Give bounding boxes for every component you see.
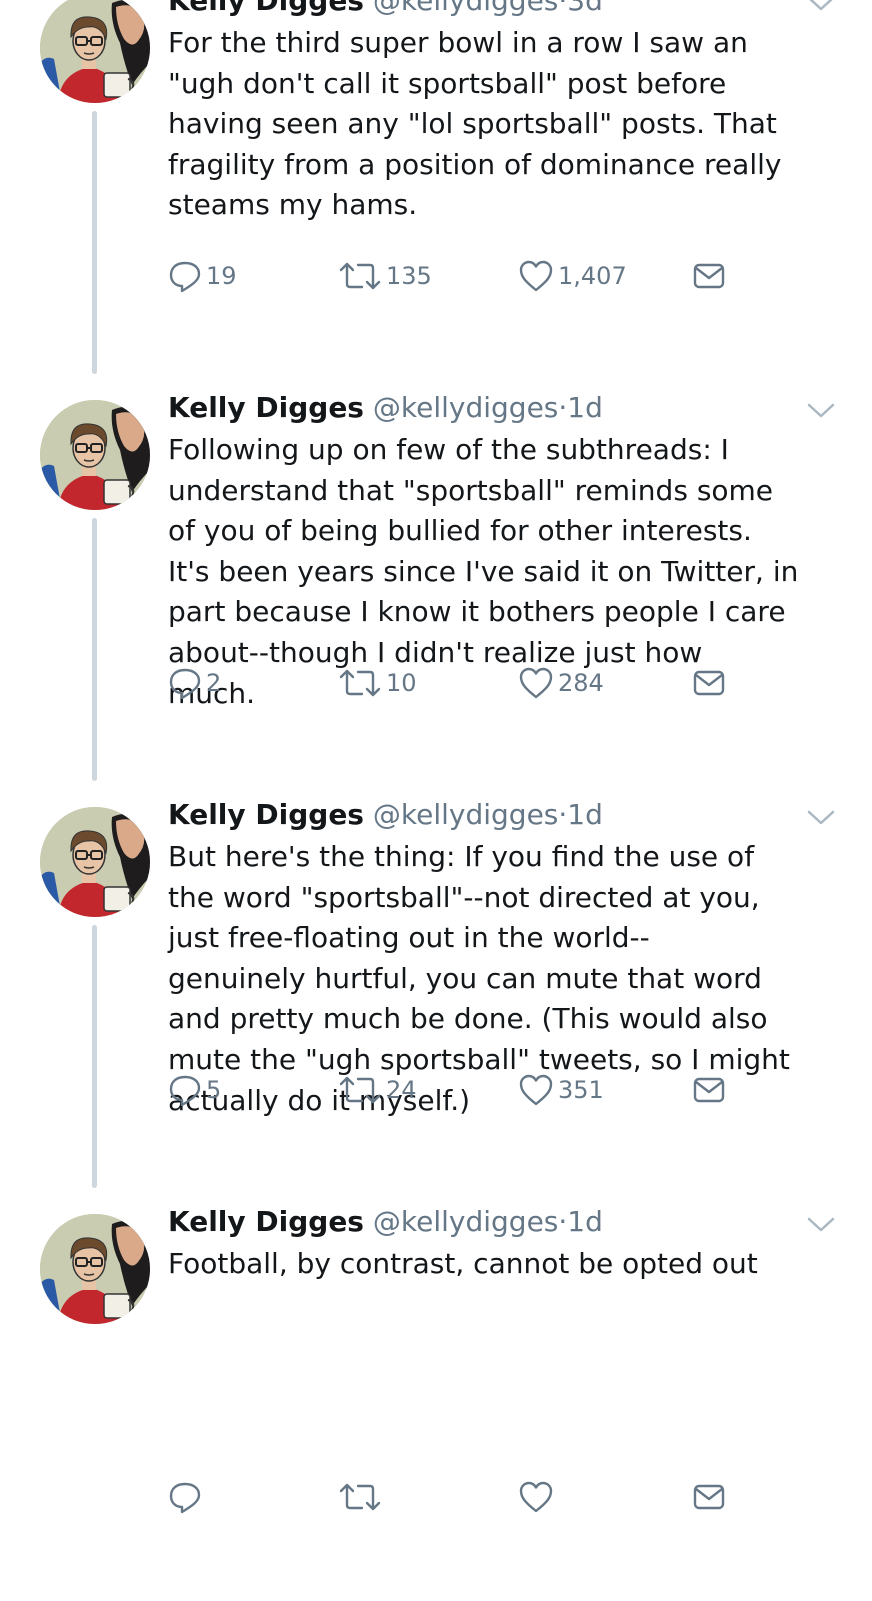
envelope-icon	[692, 1480, 730, 1514]
reply-icon	[168, 666, 206, 700]
retweet-count: 24	[386, 1076, 417, 1104]
heart-icon	[518, 1480, 558, 1514]
reply-button[interactable]	[168, 1479, 206, 1515]
tweet-header: Kelly Digges @kellydigges·1d	[168, 797, 603, 833]
display-name[interactable]: Kelly Digges	[168, 798, 364, 831]
user-handle[interactable]: @kellydigges	[373, 1205, 559, 1238]
retweet-icon	[338, 259, 386, 293]
direct-message-button[interactable]	[692, 1479, 730, 1515]
tweet-actions: 5 24 351	[168, 1072, 768, 1108]
tweet-header: Kelly Digges @kellydigges·1d	[168, 390, 603, 426]
reply-button[interactable]: 2	[168, 665, 221, 701]
reply-count: 19	[206, 262, 237, 290]
tweet[interactable]: Kelly Digges @kellydigges·3d For the thi…	[0, 0, 872, 380]
envelope-icon	[692, 1073, 730, 1107]
display-name[interactable]: Kelly Digges	[168, 0, 364, 17]
timestamp[interactable]: 1d	[567, 798, 603, 831]
retweet-icon	[338, 1480, 386, 1514]
time-separator: ·	[558, 798, 568, 831]
time-separator: ·	[558, 391, 568, 424]
heart-icon	[518, 1073, 558, 1107]
avatar[interactable]	[40, 1214, 150, 1324]
user-handle[interactable]: @kellydigges	[373, 798, 559, 831]
thread-line	[92, 111, 97, 374]
thread-line	[92, 518, 97, 781]
reply-icon	[168, 1480, 206, 1514]
reply-icon	[168, 1073, 206, 1107]
user-handle[interactable]: @kellydigges	[373, 391, 559, 424]
tweet-text: For the third super bowl in a row I saw …	[168, 26, 782, 222]
chevron-down-icon[interactable]	[806, 1216, 836, 1234]
tweet-header: Kelly Digges @kellydigges·1d	[168, 1204, 603, 1240]
reply-button[interactable]: 5	[168, 1072, 221, 1108]
direct-message-button[interactable]	[692, 1072, 730, 1108]
envelope-icon	[692, 259, 730, 293]
like-button[interactable]: 1,407	[518, 258, 627, 294]
timestamp[interactable]: 1d	[567, 1205, 603, 1238]
timestamp[interactable]: 1d	[567, 391, 603, 424]
tweet-text: Football, by contrast, cannot be opted o…	[168, 1247, 758, 1280]
tweet[interactable]: Kelly Digges @kellydigges·1d Following u…	[0, 380, 872, 787]
time-separator: ·	[558, 0, 568, 17]
chevron-down-icon[interactable]	[806, 402, 836, 420]
envelope-icon	[692, 666, 730, 700]
timeline: Kelly Digges @kellydigges·3d For the thi…	[0, 0, 872, 1601]
user-handle[interactable]: @kellydigges	[373, 0, 559, 17]
retweet-count: 135	[386, 262, 432, 290]
tweet-actions	[168, 1479, 768, 1515]
timestamp[interactable]: 3d	[567, 0, 603, 17]
reply-count: 5	[206, 1076, 222, 1104]
reply-count: 2	[206, 669, 222, 697]
like-count: 284	[558, 669, 604, 697]
reply-icon	[168, 259, 206, 293]
thread-line	[92, 925, 97, 1188]
display-name[interactable]: Kelly Digges	[168, 391, 364, 424]
direct-message-button[interactable]	[692, 665, 730, 701]
retweet-button[interactable]: 24	[338, 1072, 417, 1108]
like-count: 351	[558, 1076, 604, 1104]
display-name[interactable]: Kelly Digges	[168, 1205, 364, 1238]
tweet[interactable]: Kelly Digges @kellydigges·1d But here's …	[0, 787, 872, 1194]
tweet-header: Kelly Digges @kellydigges·3d	[168, 0, 603, 19]
like-count: 1,407	[558, 262, 627, 290]
tweet[interactable]: Kelly Digges @kellydigges·1d Football, b…	[0, 1194, 872, 1601]
tweet-actions: 19 135 1,407	[168, 258, 768, 294]
chevron-down-icon[interactable]	[806, 0, 836, 13]
direct-message-button[interactable]	[692, 258, 730, 294]
avatar[interactable]	[40, 0, 150, 103]
retweet-icon	[338, 1073, 386, 1107]
like-button[interactable]	[518, 1479, 558, 1515]
chevron-down-icon[interactable]	[806, 809, 836, 827]
like-button[interactable]: 351	[518, 1072, 604, 1108]
retweet-button[interactable]	[338, 1479, 386, 1515]
heart-icon	[518, 259, 558, 293]
retweet-count: 10	[386, 669, 417, 697]
avatar[interactable]	[40, 807, 150, 917]
retweet-button[interactable]: 135	[338, 258, 432, 294]
reply-button[interactable]: 19	[168, 258, 237, 294]
retweet-button[interactable]: 10	[338, 665, 417, 701]
like-button[interactable]: 284	[518, 665, 604, 701]
time-separator: ·	[558, 1205, 568, 1238]
avatar[interactable]	[40, 400, 150, 510]
heart-icon	[518, 666, 558, 700]
tweet-actions: 2 10 284	[168, 665, 768, 701]
retweet-icon	[338, 666, 386, 700]
